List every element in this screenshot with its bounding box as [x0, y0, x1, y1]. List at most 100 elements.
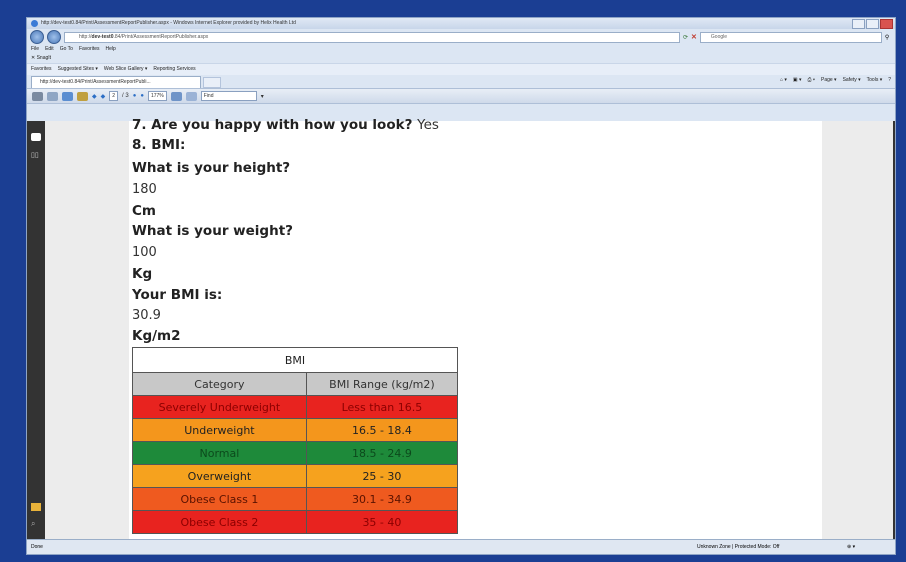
page-number-input[interactable]: 2 — [109, 91, 119, 101]
bmi-table-title: BMI — [132, 347, 458, 373]
table-row: Underweight 16.5 - 18.4 — [132, 418, 459, 442]
attachment-icon[interactable]: ⌕ — [31, 519, 41, 528]
home-icon[interactable]: ⌂ ▾ — [780, 77, 787, 83]
navigation-panel: ▯▯ ⌕ — [27, 121, 45, 539]
save-doc-icon[interactable] — [47, 91, 58, 101]
tab-row: http://dev-test0.84/Print/AssessmentRepo… — [27, 75, 895, 88]
height-question: What is your height? — [132, 160, 291, 176]
back-button[interactable] — [30, 30, 44, 44]
bmi-category-cell: Normal — [132, 441, 307, 465]
bmi-category-cell: Severely Underweight — [132, 395, 307, 419]
height-value: 180 — [132, 182, 157, 197]
weight-question: What is your weight? — [132, 223, 293, 239]
question-7-text: 7. Are you happy with how you look? — [132, 117, 413, 133]
bookmarks-icon[interactable]: ▯▯ — [31, 151, 41, 159]
bmi-table: BMI Category BMI Range (kg/m2) Severely … — [132, 347, 459, 534]
bmi-range-cell: Less than 16.5 — [305, 395, 459, 419]
question-7-answer: Yes — [417, 117, 439, 133]
table-row: Severely Underweight Less than 16.5 — [132, 395, 459, 419]
bmi-category-cell: Underweight — [132, 418, 307, 442]
zoom-in-icon[interactable]: ● — [140, 93, 144, 99]
favorites-button[interactable]: Favorites — [31, 64, 52, 75]
search-placeholder: Google — [710, 33, 728, 40]
comments-icon[interactable] — [31, 503, 41, 511]
fit-width-icon[interactable] — [185, 91, 197, 101]
pdf-toolbar: ◆ ◆ 2 / 3 ● ● 177% Find ▾ — [27, 88, 895, 104]
web-slice-gallery[interactable]: Web Slice Gallery ▾ — [104, 64, 148, 75]
close-button[interactable] — [880, 19, 893, 29]
safety-menu[interactable]: Safety ▾ — [843, 77, 861, 83]
tools-menu[interactable]: Tools ▾ — [867, 77, 883, 83]
prev-page-icon[interactable]: ◆ — [92, 93, 97, 100]
print-doc-icon[interactable] — [32, 91, 43, 101]
help-icon[interactable]: ? — [888, 77, 891, 83]
bmi-value: 30.9 — [132, 308, 161, 323]
find-dropdown-icon[interactable]: ▾ — [261, 93, 264, 100]
maximize-button[interactable] — [866, 19, 879, 29]
tab-active[interactable]: http://dev-test0.84/Print/AssessmentRepo… — [31, 76, 201, 88]
new-tab-button[interactable] — [203, 77, 221, 88]
bmi-range-cell: 35 - 40 — [305, 510, 459, 534]
menu-favorites[interactable]: Favorites — [79, 45, 100, 54]
bmi-range-cell: 18.5 - 24.9 — [305, 441, 459, 465]
print-icon[interactable]: ⎙ ▾ — [807, 77, 815, 83]
table-row: Obese Class 1 30.1 - 34.9 — [132, 487, 459, 511]
menu-goto[interactable]: Go To — [60, 45, 73, 54]
bmi-category-cell: Obese Class 2 — [132, 510, 307, 534]
ie-logo-icon — [31, 20, 38, 27]
snagit-button[interactable]: SnagIt — [37, 55, 51, 61]
address-row: http://dev-test0.84/Print/AssessmentRepo… — [27, 29, 895, 45]
minimize-button[interactable] — [852, 19, 865, 29]
window-title: http://dev-test0.84/Print/AssessmentRepo… — [41, 20, 296, 26]
next-page-icon[interactable]: ◆ — [101, 93, 106, 100]
question-8: 8. BMI: — [132, 137, 186, 153]
pages-icon[interactable] — [31, 133, 41, 141]
header-range: BMI Range (kg/m2) — [305, 372, 459, 396]
fit-page-icon[interactable] — [170, 91, 182, 101]
address-bar[interactable]: http://dev-test0.84/Print/AssessmentRepo… — [64, 31, 680, 43]
search-icon[interactable]: ⚲ — [885, 34, 889, 41]
feeds-icon[interactable]: ▣ ▾ — [793, 77, 802, 83]
close-toolbar-icon[interactable]: ✕ — [31, 55, 35, 61]
table-row: Obese Class 2 35 - 40 — [132, 510, 459, 534]
table-row: Normal 18.5 - 24.9 — [132, 441, 459, 465]
comment-icon[interactable] — [77, 91, 88, 101]
bmi-category-cell: Obese Class 1 — [132, 487, 307, 511]
menu-file[interactable]: File — [31, 45, 39, 54]
zoom-out-icon[interactable]: ● — [133, 93, 137, 99]
menu-help[interactable]: Help — [106, 45, 116, 54]
menu-bar: File Edit Go To Favorites Help — [27, 45, 895, 54]
search-input[interactable]: Google — [699, 31, 882, 43]
refresh-icon[interactable]: ⟳ — [683, 34, 688, 41]
pdf-viewer: ▯▯ ⌕ 7. Are you happy with how you look?… — [27, 117, 895, 539]
stop-icon[interactable]: ✕ — [691, 33, 697, 41]
zoom-select[interactable]: 177% — [147, 91, 167, 101]
find-input[interactable]: Find — [200, 91, 257, 101]
share-icon[interactable] — [62, 91, 73, 101]
bmi-question: Your BMI is: — [132, 287, 223, 303]
address-rest: .84/Print/AssessmentReportPublisher.aspx — [113, 33, 209, 40]
question-7: 7. Are you happy with how you look? Yes — [132, 117, 439, 133]
page-total: / 3 — [122, 93, 129, 99]
weight-unit: Kg — [132, 266, 153, 282]
page-margin-right — [822, 121, 895, 539]
page-margin-left — [45, 121, 129, 539]
tab-label: http://dev-test0.84/Print/AssessmentRepo… — [40, 79, 151, 85]
zoom-control[interactable]: ⊕ ▾ — [847, 540, 855, 554]
bmi-range-cell: 16.5 - 18.4 — [305, 418, 459, 442]
bmi-range-cell: 25 - 30 — [305, 464, 459, 488]
header-category: Category — [132, 372, 307, 396]
snagit-toolbar: ✕ SnagIt — [27, 54, 895, 63]
document-page: 7. Are you happy with how you look? Yes … — [129, 117, 822, 539]
reporting-services[interactable]: Reporting Services — [153, 64, 195, 75]
forward-button[interactable] — [47, 30, 61, 44]
suggested-sites[interactable]: Suggested Sites ▾ — [58, 64, 98, 75]
page-menu[interactable]: Page ▾ — [821, 77, 837, 83]
menu-edit[interactable]: Edit — [45, 45, 54, 54]
bmi-unit: Kg/m2 — [132, 328, 181, 344]
scrollbar[interactable] — [893, 121, 895, 539]
command-bar: ⌂ ▾ ▣ ▾ ⎙ ▾ Page ▾ Safety ▾ Tools ▾ ? — [780, 77, 891, 83]
status-bar: Done Unknown Zone | Protected Mode: Off … — [27, 539, 895, 554]
bmi-range-cell: 30.1 - 34.9 — [305, 487, 459, 511]
favorites-bar: Favorites Suggested Sites ▾ Web Slice Ga… — [27, 63, 895, 75]
